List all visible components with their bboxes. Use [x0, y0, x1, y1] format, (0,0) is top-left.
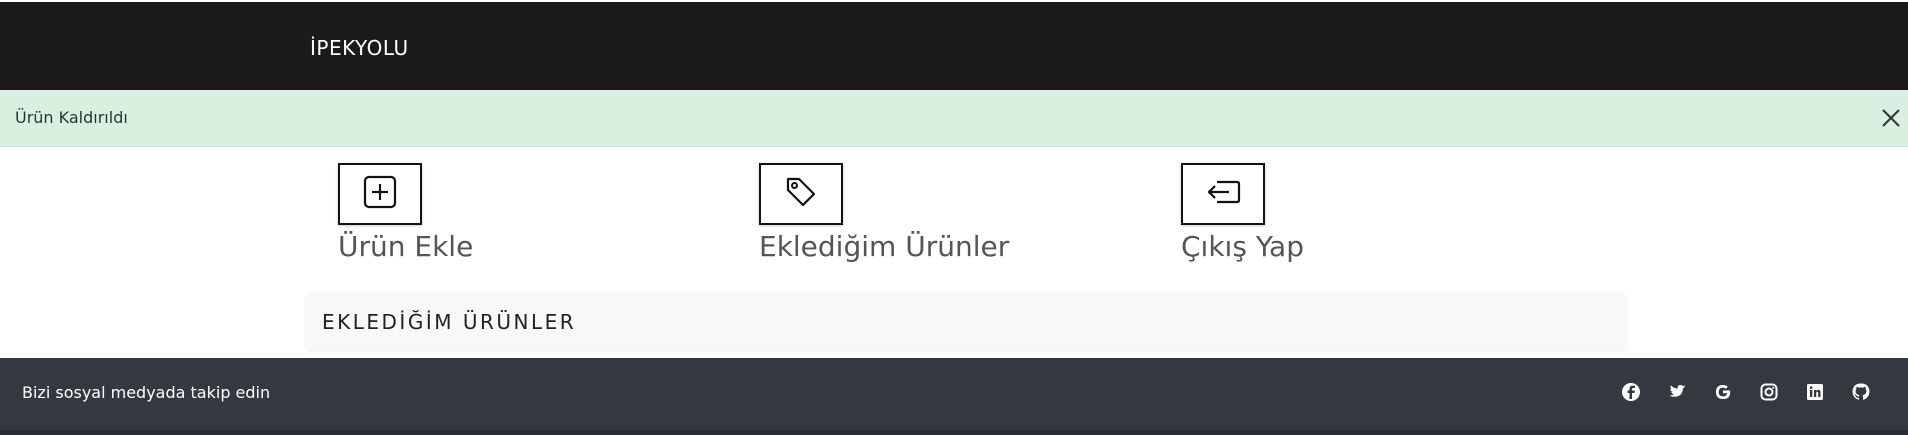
google-icon[interactable]	[1712, 381, 1734, 403]
my-products-panel: EKLEDİĞİM ÜRÜNLER	[305, 293, 1627, 350]
action-logout[interactable]: Çıkış Yap	[1181, 163, 1481, 273]
footer: Bizi sosyal medyada takip edin	[0, 358, 1908, 435]
my-products-button[interactable]	[759, 163, 843, 225]
logout-button[interactable]	[1181, 163, 1265, 225]
action-add-product[interactable]: Ürün Ekle	[338, 163, 638, 273]
footer-bottom-bar	[0, 430, 1908, 435]
action-my-products[interactable]: Eklediğim Ürünler	[759, 163, 1059, 273]
my-products-label[interactable]: Eklediğim Ürünler	[759, 230, 1009, 263]
alert-message: Ürün Kaldırıldı	[15, 108, 128, 127]
github-icon[interactable]	[1850, 381, 1872, 403]
panel-title: EKLEDİĞİM ÜRÜNLER	[322, 310, 577, 334]
tag-icon	[784, 175, 818, 213]
twitter-icon[interactable]	[1666, 381, 1688, 403]
success-alert: Ürün Kaldırıldı	[0, 90, 1908, 147]
logout-icon	[1205, 177, 1241, 211]
footer-follow-text: Bizi sosyal medyada takip edin	[22, 383, 271, 402]
navbar: İPEKYOLU	[0, 2, 1908, 90]
add-product-button[interactable]	[338, 163, 422, 225]
plus-square-icon	[363, 175, 397, 213]
instagram-icon[interactable]	[1758, 381, 1780, 403]
add-product-label[interactable]: Ürün Ekle	[338, 230, 473, 263]
linkedin-icon[interactable]	[1804, 381, 1826, 403]
facebook-icon[interactable]	[1620, 381, 1642, 403]
close-icon[interactable]	[1880, 107, 1902, 129]
logout-label[interactable]: Çıkış Yap	[1181, 230, 1304, 263]
brand-link[interactable]: İPEKYOLU	[310, 36, 409, 60]
